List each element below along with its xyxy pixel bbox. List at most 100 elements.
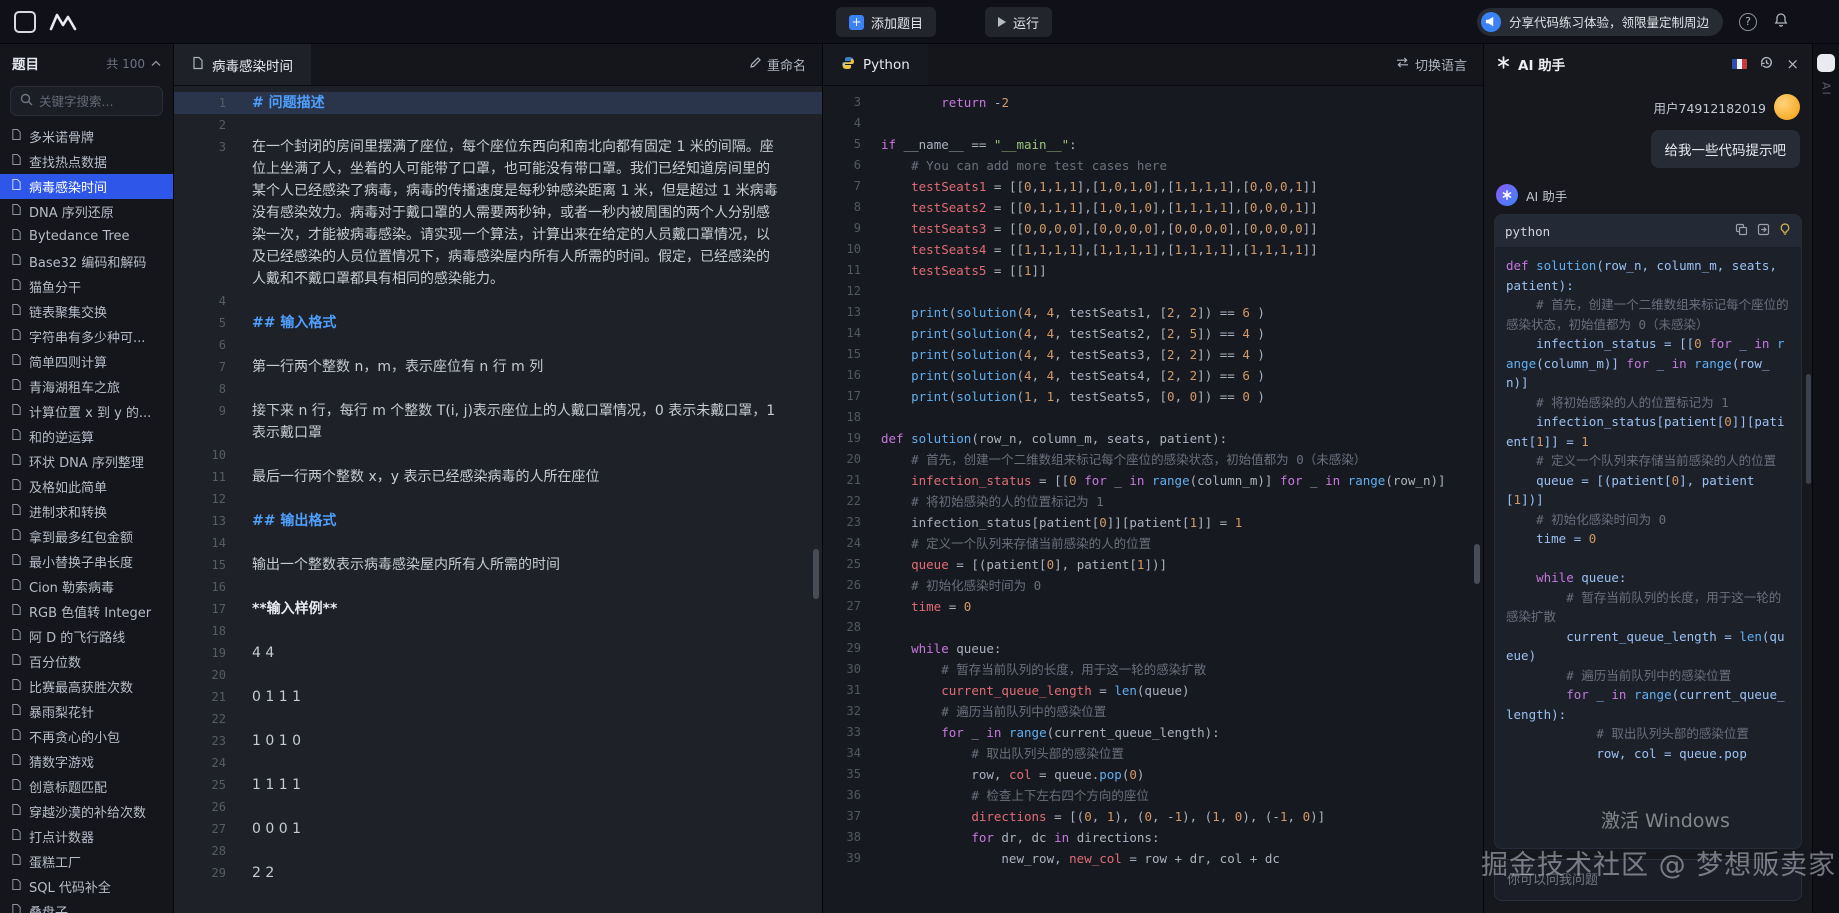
line-text	[252, 796, 822, 818]
sidebar-item[interactable]: 字符串有多少种可...	[0, 324, 173, 349]
ai-chat-input[interactable]	[1507, 873, 1789, 888]
document-icon	[11, 703, 22, 720]
problem-line: 5## 输入格式	[174, 312, 822, 334]
sidebar-item[interactable]: 多米诺骨牌	[0, 124, 173, 149]
search-input[interactable]	[39, 94, 153, 109]
line-number: 39	[823, 848, 881, 869]
editor-scrollbar[interactable]	[1474, 544, 1480, 584]
sidebar-item[interactable]: 比赛最高获胜次数	[0, 674, 173, 699]
line-text: 接下来 n 行，每行 m 个整数 T(i, j)表示座位上的人戴口罩情况，0 表…	[252, 400, 822, 444]
lightbulb-icon[interactable]	[1779, 223, 1791, 239]
sidebar-item[interactable]: 计算位置 x 到 y 的...	[0, 399, 173, 424]
problem-line: 7第一行两个整数 n，m，表示座位有 n 行 m 列	[174, 356, 822, 378]
code-text: testSeats5 = [[1]]	[881, 260, 1047, 281]
flag-icon[interactable]	[1732, 59, 1747, 69]
copy-icon[interactable]	[1735, 223, 1748, 239]
problem-tab[interactable]: 病毒感染时间	[174, 44, 311, 85]
collapse-icon[interactable]	[151, 55, 161, 71]
sidebar-item-label: 暴雨梨花针	[29, 702, 94, 721]
user-avatar[interactable]	[1774, 94, 1800, 120]
line-text	[252, 708, 822, 730]
sidebar-item[interactable]: 拿到最多红包金额	[0, 524, 173, 549]
search-box[interactable]	[10, 86, 163, 116]
line-number: 25	[823, 554, 881, 575]
promo-banner[interactable]: 分享代码练习体验，领限量定制周边	[1477, 8, 1723, 36]
problem-line: 231 0 1 0	[174, 730, 822, 752]
history-icon[interactable]	[1759, 55, 1774, 74]
sidebar-item[interactable]: 链表聚集交换	[0, 299, 173, 324]
insert-code-icon[interactable]	[1757, 223, 1770, 239]
code-line: 31 current_queue_length = len(queue)	[823, 680, 1483, 701]
sidebar-item[interactable]: 打点计数器	[0, 824, 173, 849]
sidebar-item[interactable]: Bytedance Tree	[0, 224, 173, 249]
problem-scrollbar[interactable]	[813, 549, 819, 599]
ai-scrollbar[interactable]	[1806, 374, 1811, 484]
sidebar-item[interactable]: 最小替换子串长度	[0, 549, 173, 574]
editor-panel: Python 切换语言 3 return -245if __name__ == …	[823, 44, 1484, 913]
sidebar-item[interactable]: 不再贪心的小包	[0, 724, 173, 749]
line-number: 1	[174, 92, 252, 114]
sidebar-item[interactable]: DNA 序列还原	[0, 199, 173, 224]
line-number: 19	[174, 642, 252, 664]
code-line: 22 # 将初始感染的人的位置标记为 1	[823, 491, 1483, 512]
problem-content[interactable]: 1# 问题描述23在一个封闭的房间里摆满了座位，每个座位东西向和南北向都有固定 …	[174, 86, 822, 913]
switch-language-button[interactable]: 切换语言	[1396, 44, 1467, 85]
code-text: time = 0	[881, 596, 971, 617]
sidebar-item[interactable]: RGB 色值转 Integer	[0, 599, 173, 624]
line-number: 26	[174, 796, 252, 818]
sidebar-item[interactable]: 环状 DNA 序列整理	[0, 449, 173, 474]
sidebar-title: 题目	[12, 53, 39, 73]
problem-sidebar: 题目 共 100 多米诺骨牌查找热点数据病毒感染时间DNA 序列还原Byteda…	[0, 44, 174, 913]
problem-line: 194 4	[174, 642, 822, 664]
code-text: # 遍历当前队列中的感染位置	[881, 701, 1106, 722]
line-text: 在一个封闭的房间里摆满了座位，每个座位东西向和南北向都有固定 1 米的间隔。座位…	[252, 136, 822, 290]
sidebar-item[interactable]: 简单四则计算	[0, 349, 173, 374]
line-number: 38	[823, 827, 881, 848]
marscode-logo-icon[interactable]	[48, 12, 78, 32]
sidebar-item[interactable]: 叠盘子	[0, 899, 173, 913]
sidebar-item[interactable]: 蛋糕工厂	[0, 849, 173, 874]
assistant-row: AI 助手	[1496, 184, 1800, 206]
line-number: 14	[174, 532, 252, 554]
assistant-label: AI 助手	[1526, 186, 1567, 205]
add-problem-button[interactable]: + 添加题目	[836, 7, 936, 37]
help-icon[interactable]: ?	[1739, 13, 1757, 31]
document-icon	[11, 303, 22, 320]
code-content[interactable]: 3 return -245if __name__ == "__main__":6…	[823, 86, 1483, 913]
sidebar-item[interactable]: 和的逆运算	[0, 424, 173, 449]
run-button[interactable]: 运行	[985, 7, 1052, 37]
sidebar-item[interactable]: 百分位数	[0, 649, 173, 674]
sidebar-item[interactable]: 猜数字游戏	[0, 749, 173, 774]
sidebar-item[interactable]: 青海湖租车之旅	[0, 374, 173, 399]
line-number: 17	[174, 598, 252, 620]
app-logo-icon[interactable]	[14, 11, 36, 33]
code-line: 38 for dr, dc in directions:	[823, 827, 1483, 848]
sidebar-item[interactable]: 病毒感染时间	[0, 174, 173, 199]
rename-button[interactable]: 重命名	[749, 44, 806, 85]
sidebar-item[interactable]: SQL 代码补全	[0, 874, 173, 899]
code-line: 3 return -2	[823, 92, 1483, 113]
close-icon[interactable]: ×	[1786, 57, 1799, 72]
ai-input-box[interactable]	[1494, 859, 1802, 901]
sidebar-item[interactable]: 进制求和转换	[0, 499, 173, 524]
sidebar-item[interactable]: 暴雨梨花针	[0, 699, 173, 724]
problem-line: 18	[174, 620, 822, 642]
ai-code-content[interactable]: def solution(row_n, column_m, seats, pat…	[1495, 247, 1801, 848]
sidebar-item[interactable]: 猫鱼分干	[0, 274, 173, 299]
line-number: 7	[174, 356, 252, 378]
line-text: 1 1 1 1	[252, 774, 822, 796]
sidebar-item[interactable]: 创意标题匹配	[0, 774, 173, 799]
bell-icon[interactable]	[1773, 12, 1789, 32]
sidebar-item[interactable]: Base32 编码和解码	[0, 249, 173, 274]
line-number: 2	[174, 114, 252, 136]
sidebar-item[interactable]: Cion 勒索病毒	[0, 574, 173, 599]
language-tab[interactable]: Python	[823, 44, 928, 85]
line-number: 37	[823, 806, 881, 827]
line-number: 6	[823, 155, 881, 176]
sidebar-item[interactable]: 查找热点数据	[0, 149, 173, 174]
sidebar-item[interactable]: 穿越沙漠的补给次数	[0, 799, 173, 824]
sidebar-item[interactable]: 阿 D 的飞行路线	[0, 624, 173, 649]
topbar: + 添加题目 运行 分享代码练习体验，领限量定制周边 ?	[0, 0, 1839, 44]
sidebar-item[interactable]: 及格如此简单	[0, 474, 173, 499]
collapsed-panel-icon[interactable]	[1817, 54, 1835, 72]
